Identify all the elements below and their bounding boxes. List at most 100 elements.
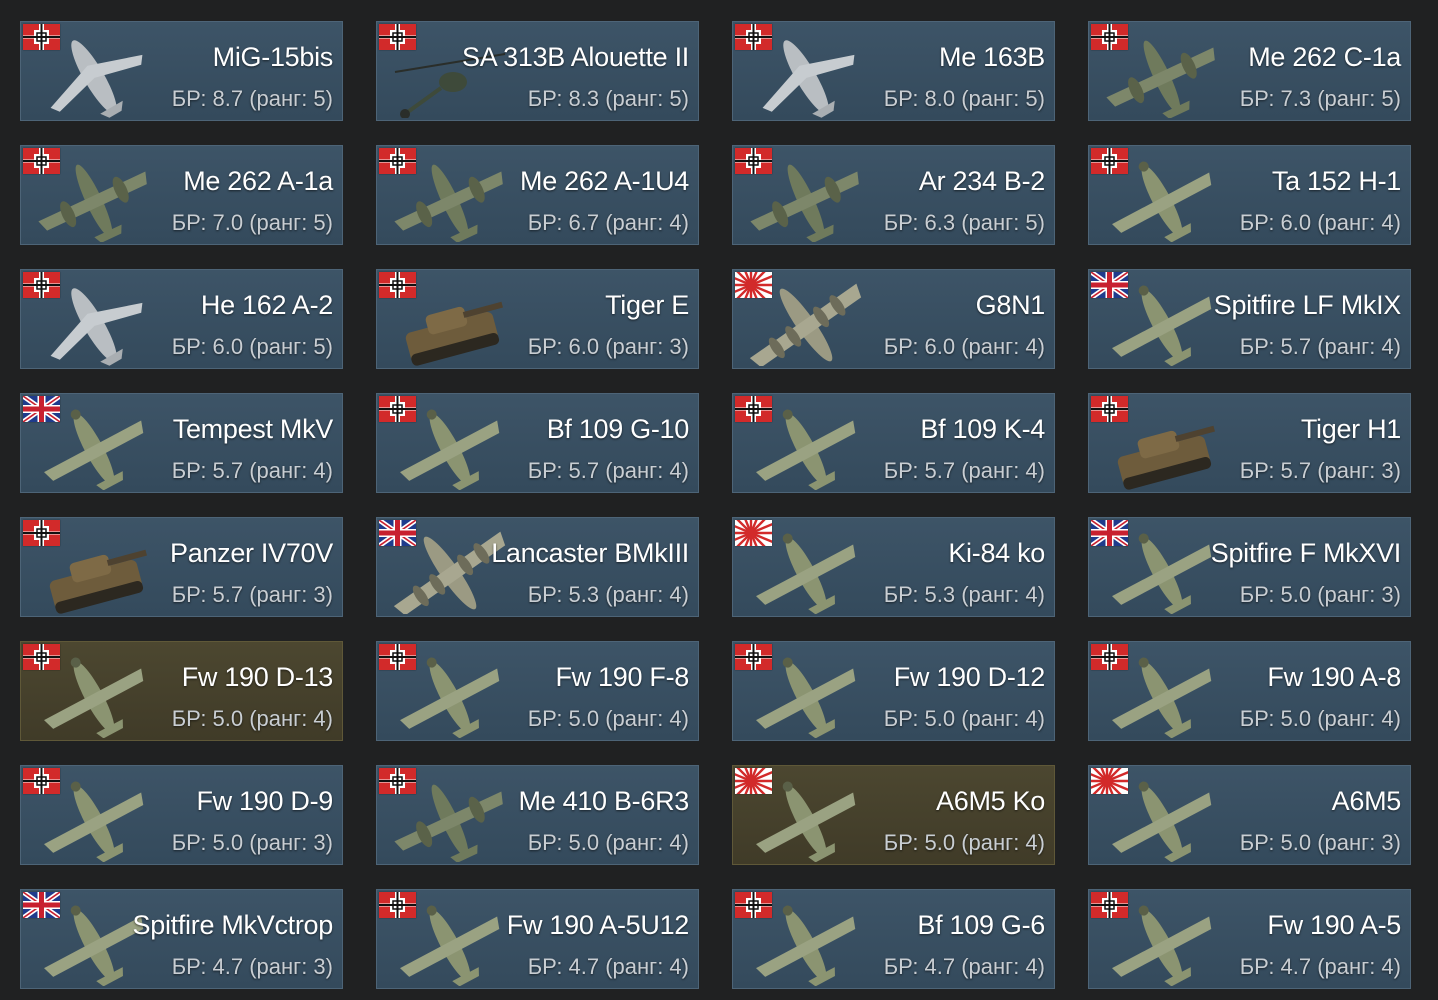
- germany-flag-icon: [379, 892, 416, 918]
- vehicle-name: Fw 190 F-8: [555, 662, 689, 692]
- germany-flag-icon: [23, 768, 60, 794]
- vehicle-card[interactable]: Spitfire LF MkIX БР: 5.7 (ранг: 4): [1088, 269, 1411, 369]
- vehicle-name: Ta 152 H-1: [1271, 166, 1401, 196]
- vehicle-name: Ki-84 ko: [948, 538, 1045, 568]
- germany-flag-icon: [23, 272, 60, 298]
- battle-rating: БР: 8.7 (ранг: 5): [171, 86, 333, 111]
- germany-flag-icon: [735, 148, 772, 174]
- vehicle-card[interactable]: Spitfire F MkXVI БР: 5.0 (ранг: 3): [1088, 517, 1411, 617]
- germany-flag-icon: [379, 768, 416, 794]
- vehicle-card[interactable]: Fw 190 D-13 БР: 5.0 (ранг: 4): [20, 641, 343, 741]
- germany-flag-icon: [735, 892, 772, 918]
- uk-flag-icon: [379, 520, 416, 546]
- battle-rating: БР: 5.0 (ранг: 4): [883, 706, 1045, 731]
- vehicle-name: Fw 190 A-5U12: [506, 910, 690, 940]
- vehicle-card[interactable]: A6M5 БР: 5.0 (ранг: 3): [1088, 765, 1411, 865]
- battle-rating: БР: 4.7 (ранг: 3): [171, 954, 333, 979]
- vehicle-name: Me 262 C-1a: [1248, 42, 1401, 72]
- germany-flag-icon: [23, 644, 60, 670]
- vehicle-card[interactable]: He 162 A-2 БР: 6.0 (ранг: 5): [20, 269, 343, 369]
- vehicle-name: Me 163B: [939, 42, 1045, 72]
- vehicle-card[interactable]: Bf 109 G-6 БР: 4.7 (ранг: 4): [732, 889, 1055, 989]
- vehicle-card[interactable]: Fw 190 D-9 БР: 5.0 (ранг: 3): [20, 765, 343, 865]
- vehicle-card[interactable]: Me 410 B-6R3 БР: 5.0 (ранг: 4): [376, 765, 699, 865]
- vehicle-card[interactable]: Fw 190 A-5 БР: 4.7 (ранг: 4): [1088, 889, 1411, 989]
- vehicle-card[interactable]: Fw 190 A-5U12 БР: 4.7 (ранг: 4): [376, 889, 699, 989]
- vehicle-card[interactable]: Me 262 A-1U4 БР: 6.7 (ранг: 4): [376, 145, 699, 245]
- vehicle-name: Fw 190 A-8: [1267, 662, 1401, 692]
- germany-flag-icon: [23, 148, 60, 174]
- vehicle-card[interactable]: Ki-84 ko БР: 5.3 (ранг: 4): [732, 517, 1055, 617]
- battle-rating: БР: 5.0 (ранг: 3): [1239, 830, 1401, 855]
- vehicle-card[interactable]: Tiger H1 БР: 5.7 (ранг: 3): [1088, 393, 1411, 493]
- germany-flag-icon: [379, 396, 416, 422]
- vehicle-card[interactable]: Me 262 A-1a БР: 7.0 (ранг: 5): [20, 145, 343, 245]
- vehicle-card[interactable]: Tiger E БР: 6.0 (ранг: 3): [376, 269, 699, 369]
- vehicle-name: Panzer IV70V: [169, 538, 333, 568]
- battle-rating: БР: 6.0 (ранг: 4): [883, 334, 1045, 359]
- vehicle-card[interactable]: Fw 190 D-12 БР: 5.0 (ранг: 4): [732, 641, 1055, 741]
- vehicle-card[interactable]: Bf 109 K-4 БР: 5.7 (ранг: 4): [732, 393, 1055, 493]
- vehicle-card[interactable]: SA 313B Alouette II БР: 8.3 (ранг: 5): [376, 21, 699, 121]
- germany-flag-icon: [23, 520, 60, 546]
- vehicle-card[interactable]: Ar 234 B-2 БР: 6.3 (ранг: 5): [732, 145, 1055, 245]
- battle-rating: БР: 5.7 (ранг: 3): [171, 582, 333, 607]
- vehicle-name: Bf 109 G-6: [917, 910, 1045, 940]
- vehicle-card[interactable]: Spitfire MkVctrop БР: 4.7 (ранг: 3): [20, 889, 343, 989]
- battle-rating: БР: 8.3 (ранг: 5): [527, 86, 689, 111]
- battle-rating: БР: 5.0 (ранг: 3): [171, 830, 333, 855]
- battle-rating: БР: 5.3 (ранг: 4): [527, 582, 689, 607]
- battle-rating: БР: 5.7 (ранг: 4): [883, 458, 1045, 483]
- vehicle-name: He 162 A-2: [200, 290, 333, 320]
- battle-rating: БР: 5.7 (ранг: 3): [1239, 458, 1401, 483]
- battle-rating: БР: 7.3 (ранг: 5): [1239, 86, 1401, 111]
- battle-rating: БР: 5.0 (ранг: 4): [171, 706, 333, 731]
- vehicle-card[interactable]: Me 163B БР: 8.0 (ранг: 5): [732, 21, 1055, 121]
- germany-flag-icon: [1091, 396, 1128, 422]
- vehicle-card[interactable]: Fw 190 A-8 БР: 5.0 (ранг: 4): [1088, 641, 1411, 741]
- battle-rating: БР: 6.0 (ранг: 3): [527, 334, 689, 359]
- vehicle-name: Me 262 A-1a: [183, 166, 333, 196]
- vehicle-name: Tempest MkV: [172, 414, 334, 444]
- battle-rating: БР: 6.3 (ранг: 5): [883, 210, 1045, 235]
- japan-flag-icon: [1091, 768, 1128, 794]
- battle-rating: БР: 5.0 (ранг: 4): [1239, 706, 1401, 731]
- germany-flag-icon: [23, 24, 60, 50]
- battle-rating: БР: 6.0 (ранг: 5): [171, 334, 333, 359]
- vehicle-name: A6M5 Ko: [936, 786, 1045, 816]
- germany-flag-icon: [1091, 148, 1128, 174]
- vehicle-card[interactable]: Lancaster BMkIII БР: 5.3 (ранг: 4): [376, 517, 699, 617]
- vehicle-name: G8N1: [975, 290, 1046, 320]
- battle-rating: БР: 4.7 (ранг: 4): [527, 954, 689, 979]
- germany-flag-icon: [379, 148, 416, 174]
- vehicle-name: Bf 109 G-10: [546, 414, 690, 444]
- vehicle-name: Me 262 A-1U4: [520, 166, 689, 196]
- vehicle-name: Tiger E: [605, 290, 689, 320]
- vehicle-card[interactable]: MiG-15bis БР: 8.7 (ранг: 5): [20, 21, 343, 121]
- battle-rating: БР: 7.0 (ранг: 5): [171, 210, 333, 235]
- battle-rating: БР: 6.0 (ранг: 4): [1239, 210, 1401, 235]
- germany-flag-icon: [1091, 892, 1128, 918]
- vehicle-name: Lancaster BMkIII: [491, 538, 689, 568]
- vehicle-card[interactable]: Panzer IV70V БР: 5.7 (ранг: 3): [20, 517, 343, 617]
- germany-flag-icon: [379, 24, 416, 50]
- vehicle-name: Ar 234 B-2: [918, 166, 1045, 196]
- vehicle-name: SA 313B Alouette II: [462, 42, 689, 72]
- vehicle-card[interactable]: A6M5 Ko БР: 5.0 (ранг: 4): [732, 765, 1055, 865]
- battle-rating: БР: 5.7 (ранг: 4): [1239, 334, 1401, 359]
- vehicle-card[interactable]: Tempest MkV БР: 5.7 (ранг: 4): [20, 393, 343, 493]
- vehicle-card[interactable]: Fw 190 F-8 БР: 5.0 (ранг: 4): [376, 641, 699, 741]
- battle-rating: БР: 8.0 (ранг: 5): [883, 86, 1045, 111]
- vehicle-card[interactable]: G8N1 БР: 6.0 (ранг: 4): [732, 269, 1055, 369]
- uk-flag-icon: [1091, 272, 1128, 298]
- vehicle-name: A6M5: [1331, 786, 1402, 816]
- vehicle-card[interactable]: Ta 152 H-1 БР: 6.0 (ранг: 4): [1088, 145, 1411, 245]
- vehicle-card[interactable]: Bf 109 G-10 БР: 5.7 (ранг: 4): [376, 393, 699, 493]
- battle-rating: БР: 5.0 (ранг: 3): [1239, 582, 1401, 607]
- battle-rating: БР: 5.7 (ранг: 4): [527, 458, 689, 483]
- japan-flag-icon: [735, 272, 772, 298]
- vehicle-card[interactable]: Me 262 C-1a БР: 7.3 (ранг: 5): [1088, 21, 1411, 121]
- battle-rating: БР: 5.0 (ранг: 4): [527, 706, 689, 731]
- japan-flag-icon: [735, 520, 772, 546]
- battle-rating: БР: 6.7 (ранг: 4): [527, 210, 689, 235]
